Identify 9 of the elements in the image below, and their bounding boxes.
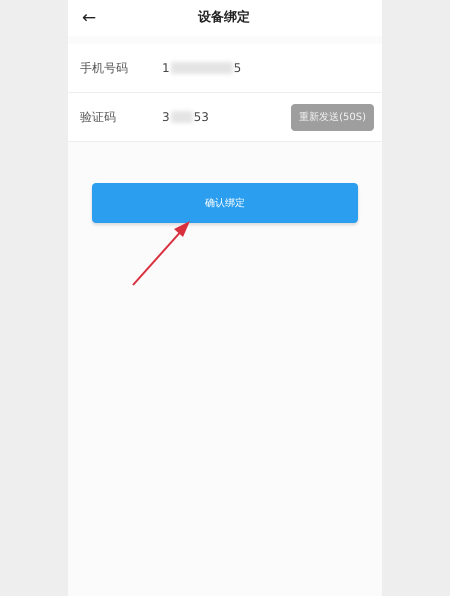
field-label: 手机号码 xyxy=(80,60,129,77)
page-title: 设备绑定 xyxy=(196,8,252,28)
field-value-end: 5 xyxy=(234,60,242,77)
field-value-start: 1 xyxy=(162,60,170,77)
field-value-end: 53 xyxy=(194,109,209,126)
field-value-start: 3 xyxy=(162,109,170,126)
back-button[interactable]: ← xyxy=(82,10,96,26)
field-label: 验证码 xyxy=(80,109,117,126)
confirm-button[interactable]: 确认绑定 xyxy=(92,183,358,223)
